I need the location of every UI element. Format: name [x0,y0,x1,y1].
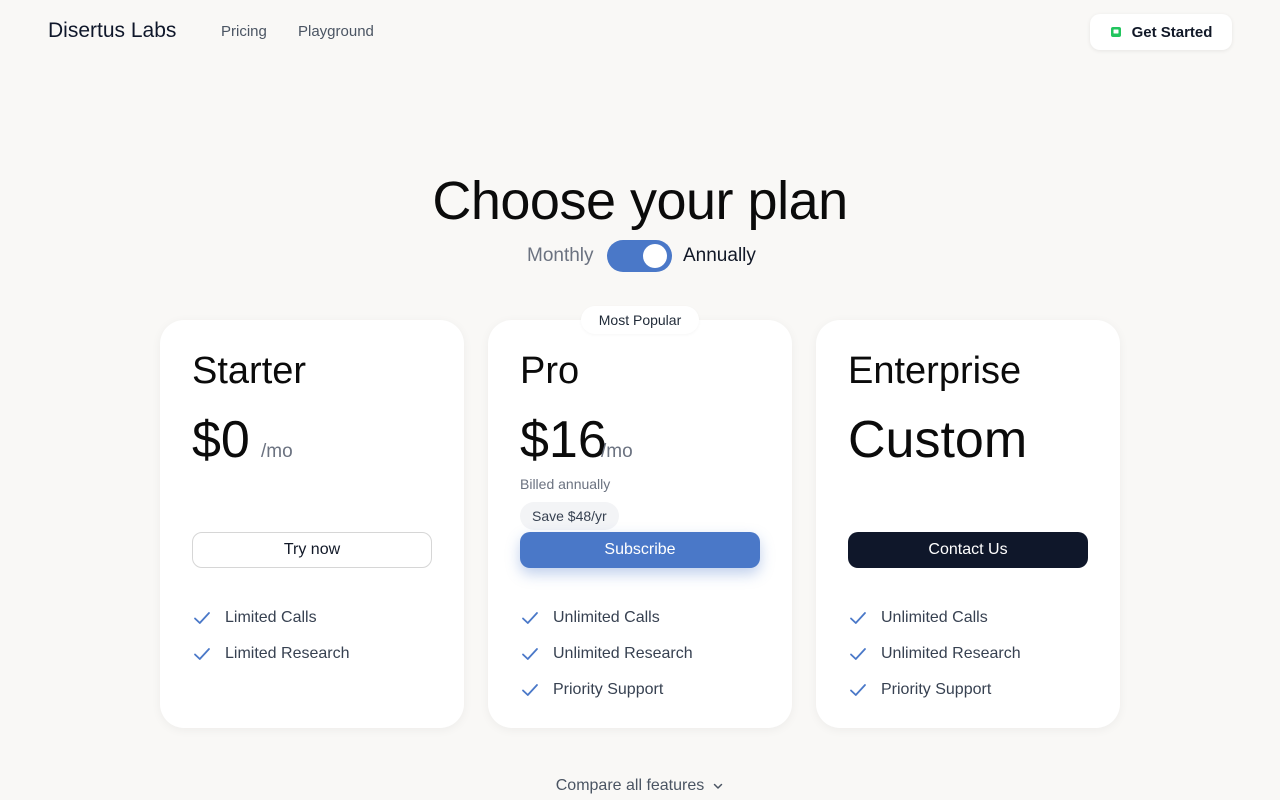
feature-label: Limited Calls [225,609,317,626]
feature-list: Limited Calls Limited Research [192,600,350,672]
check-icon [850,684,866,696]
feature-list: Unlimited Calls Unlimited Research Prior… [848,600,1021,708]
plan-price: Custom [848,411,1028,469]
feature-label: Unlimited Calls [881,609,988,626]
billing-annually-label[interactable]: Annually [683,245,756,267]
compare-features-link[interactable]: Compare all features [0,777,1280,795]
plan-name: Pro [520,350,580,392]
check-icon [194,612,210,624]
get-started-button[interactable]: Get Started [1090,14,1232,50]
check-icon [522,612,538,624]
feature-label: Unlimited Research [881,645,1021,662]
plan-card-enterprise: Enterprise Custom Contact Us Unlimited C… [816,320,1120,728]
price-unit: /mo [601,441,633,462]
savings-badge: Save $48/yr [520,502,619,530]
most-popular-badge: Most Popular [581,306,699,334]
price-unit: /mo [261,441,293,462]
toggle-knob [643,244,667,268]
check-icon [850,612,866,624]
billing-monthly-label[interactable]: Monthly [527,245,594,267]
feature-item: Unlimited Research [520,636,693,672]
feature-label: Priority Support [881,681,992,698]
subscribe-button[interactable]: Subscribe [520,532,760,568]
get-started-label: Get Started [1131,23,1213,41]
billed-annually-note: Billed annually [520,476,611,492]
feature-item: Unlimited Research [848,636,1021,672]
feature-list: Unlimited Calls Unlimited Research Prior… [520,600,693,708]
green-square-icon [1110,27,1121,37]
plan-card-pro: Most Popular Pro $16 /mo Billed annually… [488,306,792,728]
plan-name: Enterprise [848,350,1022,392]
nav-link-pricing[interactable]: Pricing [221,23,267,40]
chevron-down-icon [714,783,723,789]
page-title: Choose your plan [432,171,848,231]
feature-item: Unlimited Calls [848,600,1021,636]
brand-logo-text[interactable]: Disertus Labs [48,19,176,43]
nav-link-playground[interactable]: Playground [298,23,374,40]
feature-item: Limited Research [192,636,350,672]
check-icon [194,648,210,660]
billing-period-switch: Monthly Annually [0,240,1280,272]
check-icon [522,684,538,696]
feature-item: Priority Support [848,672,1021,708]
plan-price: $0 [192,411,250,469]
check-icon [850,648,866,660]
feature-label: Unlimited Research [553,645,693,662]
feature-label: Limited Research [225,645,350,662]
plan-price: $16 [520,411,607,469]
check-icon [522,648,538,660]
contact-us-button[interactable]: Contact Us [848,532,1088,568]
try-now-button[interactable]: Try now [192,532,432,568]
feature-item: Priority Support [520,672,693,708]
compare-features-label: Compare all features [555,777,705,794]
feature-label: Priority Support [553,681,664,698]
feature-item: Limited Calls [192,600,350,636]
plan-name: Starter [192,350,307,392]
feature-label: Unlimited Calls [553,609,660,626]
billing-toggle[interactable] [607,240,672,272]
plan-card-starter: Starter $0 /mo Try now Limited Calls Lim… [160,320,464,728]
feature-item: Unlimited Calls [520,600,693,636]
top-nav: Disertus Labs Pricing Playground Get Sta… [0,0,1280,64]
